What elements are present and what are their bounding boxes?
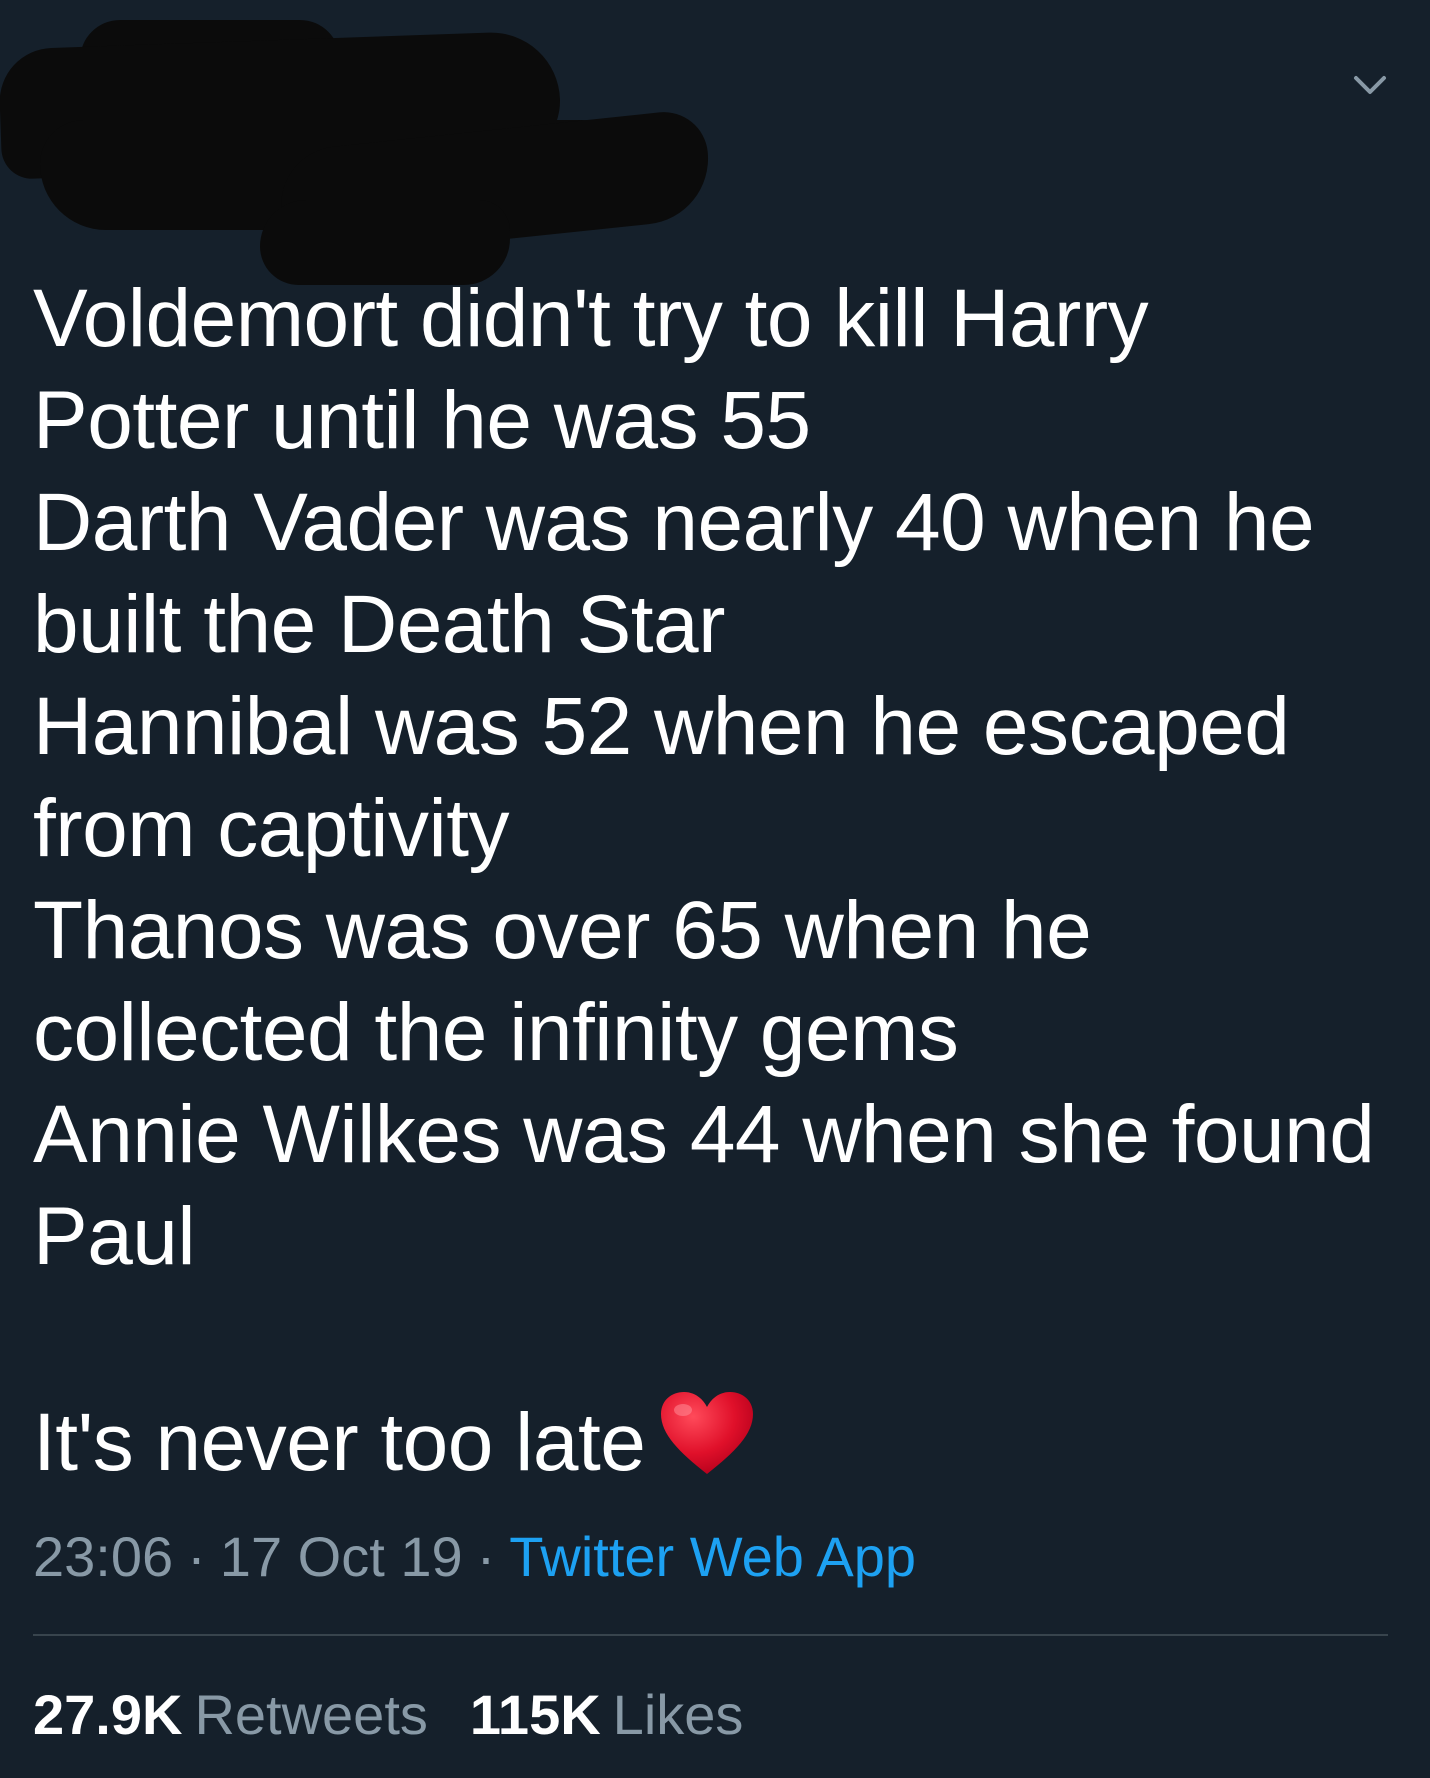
likes-label: Likes <box>612 1683 744 1746</box>
tweet-source-link[interactable]: Twitter Web App <box>509 1525 916 1588</box>
tweet-text-line: Voldemort didn't try to kill Harry <box>33 273 1149 364</box>
likes-count: 115K <box>469 1683 601 1746</box>
tweet-text-line: Paul <box>33 1191 196 1282</box>
tweet-text-line: Hannibal was 52 when he escaped <box>33 681 1290 772</box>
tweet-text-line: Darth Vader was nearly 40 when he <box>33 477 1315 568</box>
tweet-text-line: Potter until he was 55 <box>33 375 811 466</box>
retweets-stat[interactable]: 27.9K Retweets <box>33 1683 428 1746</box>
paragraph-break <box>33 1288 1403 1390</box>
tweet-text-line: Annie Wilkes was 44 when she found <box>33 1089 1375 1180</box>
retweets-count: 27.9K <box>33 1683 183 1746</box>
tweet-text-line: built the Death Star <box>33 579 725 670</box>
chevron-down-icon[interactable] <box>1350 66 1390 106</box>
tweet-header <box>0 0 1430 290</box>
tweet-time[interactable]: 23:06 <box>33 1525 173 1588</box>
tweet-text-line: from captivity <box>33 783 510 874</box>
heart-icon <box>661 1392 754 1474</box>
tweet-text-line: collected the infinity gems <box>33 987 959 1078</box>
meta-separator: · <box>476 1525 496 1588</box>
tweet-text: Voldemort didn't try to kill Harry Potte… <box>33 268 1403 1494</box>
retweets-label: Retweets <box>194 1683 428 1746</box>
divider <box>33 1634 1388 1636</box>
tweet-text-line: Thanos was over 65 when he <box>33 885 1092 976</box>
meta-separator: · <box>187 1525 206 1588</box>
closing-text: It's never too late <box>33 1397 646 1488</box>
tweet-stats: 27.9K Retweets 115K Likes <box>33 1680 743 1750</box>
tweet-closing-line: It's never too late <box>33 1390 1403 1494</box>
tweet-date[interactable]: 17 Oct 19 <box>220 1525 463 1588</box>
tweet-meta: 23:06 · 17 Oct 19 · Twitter Web App <box>33 1522 916 1592</box>
likes-stat[interactable]: 115K Likes <box>470 1683 744 1746</box>
